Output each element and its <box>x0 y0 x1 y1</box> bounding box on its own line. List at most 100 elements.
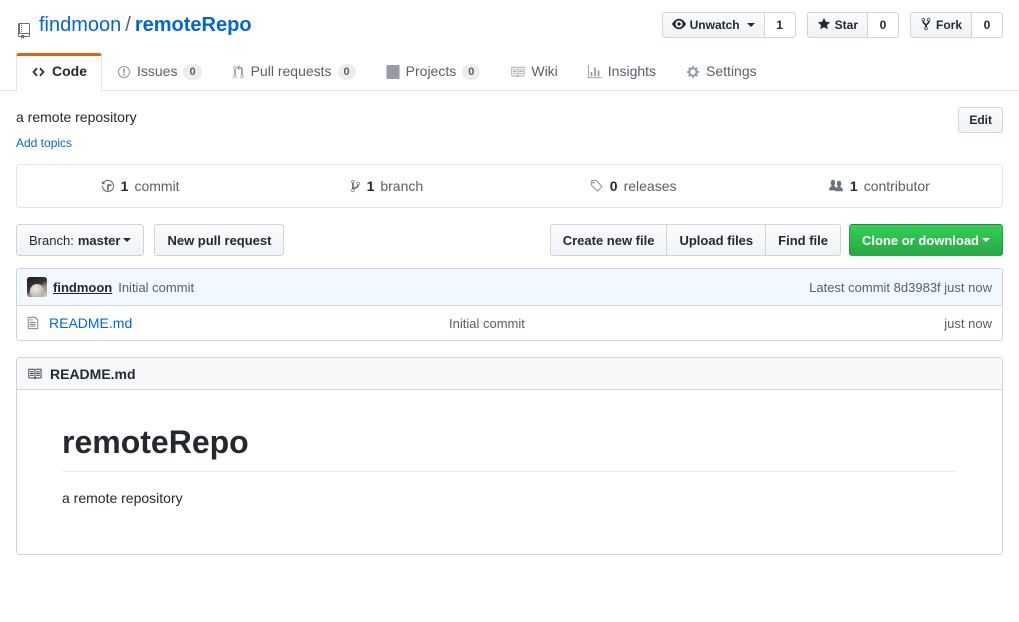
readme-title: README.md <box>50 366 136 382</box>
numbers-summary: 1 commit 1 branch 0 releases <box>16 164 1003 208</box>
clone-or-download-label: Clone or download <box>862 233 979 248</box>
repo-owner-link[interactable]: findmoon <box>39 10 121 40</box>
tab-pull-requests-count: 0 <box>338 64 356 80</box>
releases-stat[interactable]: 0 releases <box>510 165 756 207</box>
git-branch-icon <box>350 179 361 193</box>
github-repo-page: findmoon / remoteRepo Unwatch 1 <box>0 0 1019 622</box>
fork-button[interactable]: Fork <box>910 12 972 38</box>
star-icon <box>817 17 831 33</box>
commit-tease: findmoon Initial commit Latest commit 8d… <box>17 269 1002 306</box>
star-button-group: Star 0 <box>807 12 899 38</box>
tab-settings[interactable]: Settings <box>671 53 772 91</box>
chevron-down-icon <box>123 238 131 242</box>
tab-projects-label: Projects <box>406 62 457 82</box>
branch-select-button[interactable]: Branch: master <box>16 224 144 256</box>
git-pull-request-icon <box>232 65 245 79</box>
readme-body: remoteRepo a remote repository <box>17 390 1002 554</box>
repo-content-container: 1 commit 1 branch 0 releases <box>16 164 1003 555</box>
repo-description-row: a remote repository Add topics Edit <box>0 91 1019 150</box>
clone-or-download-button[interactable]: Clone or download <box>849 224 1003 256</box>
tab-code[interactable]: Code <box>16 53 102 91</box>
fork-button-group: Fork 0 <box>910 12 1003 38</box>
chevron-down-icon <box>747 23 755 27</box>
book-icon <box>27 367 42 381</box>
history-icon <box>101 179 115 193</box>
commits-label: commit <box>134 178 179 194</box>
watch-count[interactable]: 1 <box>765 12 796 38</box>
branches-stat[interactable]: 1 branch <box>263 165 509 207</box>
code-icon <box>31 65 46 79</box>
branches-label: branch <box>380 178 423 194</box>
readme-header: README.md <box>17 358 1002 390</box>
tab-insights[interactable]: Insights <box>573 53 671 91</box>
commit-author-link[interactable]: findmoon <box>53 280 112 295</box>
tab-code-label: Code <box>52 62 87 82</box>
file-icon <box>27 316 49 330</box>
commit-tease-right: Latest commit 8d3983f just now <box>809 280 992 295</box>
commit-tease-left: findmoon Initial commit <box>27 277 194 297</box>
unwatch-label: Unwatch <box>690 19 740 31</box>
file-navigation-toolbar: Branch: master New pull request Create n… <box>16 224 1003 256</box>
file-name-cell: README.md <box>49 315 449 331</box>
star-count[interactable]: 0 <box>868 12 899 38</box>
releases-label: releases <box>624 178 677 194</box>
fork-icon <box>920 17 932 33</box>
commits-stat[interactable]: 1 commit <box>17 165 263 207</box>
book-icon <box>510 65 525 79</box>
avatar <box>27 277 47 297</box>
new-pull-request-button[interactable]: New pull request <box>154 224 284 256</box>
tag-icon <box>589 179 604 193</box>
repo-name-link[interactable]: remoteRepo <box>135 10 252 40</box>
file-navigation-left: Branch: master New pull request <box>16 224 284 256</box>
issue-opened-icon <box>117 65 131 79</box>
repo-description-block: a remote repository Add topics <box>16 107 137 150</box>
repo-description: a remote repository <box>16 107 137 128</box>
eye-icon <box>672 17 686 33</box>
project-icon <box>386 65 400 79</box>
repo-breadcrumb-separator: / <box>125 10 131 40</box>
upload-files-button[interactable]: Upload files <box>666 224 765 256</box>
contributors-count: 1 <box>850 178 858 194</box>
file-list-box: findmoon Initial commit Latest commit 8d… <box>16 268 1003 341</box>
tab-issues[interactable]: Issues 0 <box>102 53 217 91</box>
file-navigation-right: Create new file Upload files Find file C… <box>550 224 1003 256</box>
commits-count: 1 <box>121 178 129 194</box>
contributors-stat[interactable]: 1 contributor <box>756 165 1002 207</box>
releases-count: 0 <box>610 178 618 194</box>
tab-pull-requests-label: Pull requests <box>251 62 332 82</box>
latest-commit-label: Latest commit <box>809 280 890 295</box>
find-file-button[interactable]: Find file <box>765 224 841 256</box>
tab-projects-count: 0 <box>462 64 480 80</box>
tab-issues-label: Issues <box>137 62 177 82</box>
table-row[interactable]: README.md Initial commit just now <box>17 306 1002 340</box>
gear-icon <box>686 65 700 79</box>
pagehead-actions: Unwatch 1 Star 0 <box>662 12 1003 38</box>
star-button[interactable]: Star <box>807 12 868 38</box>
tab-settings-label: Settings <box>706 62 757 82</box>
repo-header: findmoon / remoteRepo Unwatch 1 <box>0 0 1019 48</box>
star-label: Star <box>835 19 858 31</box>
tab-projects[interactable]: Projects 0 <box>371 53 496 91</box>
add-topics-link[interactable]: Add topics <box>16 136 72 150</box>
fork-count[interactable]: 0 <box>972 12 1003 38</box>
tab-insights-label: Insights <box>608 62 656 82</box>
contributors-label: contributor <box>864 178 930 194</box>
create-new-file-button[interactable]: Create new file <box>550 224 667 256</box>
repo-breadcrumb: findmoon / remoteRepo <box>16 10 252 40</box>
tab-pull-requests[interactable]: Pull requests 0 <box>217 53 371 91</box>
commit-sha-link[interactable]: 8d3983f <box>894 280 941 295</box>
repo-tabnav: Code Issues 0 Pull requests 0 <box>0 48 1019 91</box>
tab-issues-count: 0 <box>183 64 201 80</box>
file-link-readme[interactable]: README.md <box>49 315 132 331</box>
file-action-button-group: Create new file Upload files Find file <box>550 224 841 256</box>
readme-paragraph: a remote repository <box>62 488 957 509</box>
repo-icon <box>16 18 32 34</box>
commit-message-link[interactable]: Initial commit <box>118 280 194 295</box>
tab-wiki-label: Wiki <box>531 62 557 82</box>
readme-box: README.md remoteRepo a remote repository <box>16 357 1003 555</box>
fork-label: Fork <box>936 19 962 31</box>
edit-button[interactable]: Edit <box>958 107 1003 133</box>
tab-wiki[interactable]: Wiki <box>495 53 572 91</box>
unwatch-button[interactable]: Unwatch <box>662 12 765 38</box>
organization-icon <box>828 179 844 193</box>
